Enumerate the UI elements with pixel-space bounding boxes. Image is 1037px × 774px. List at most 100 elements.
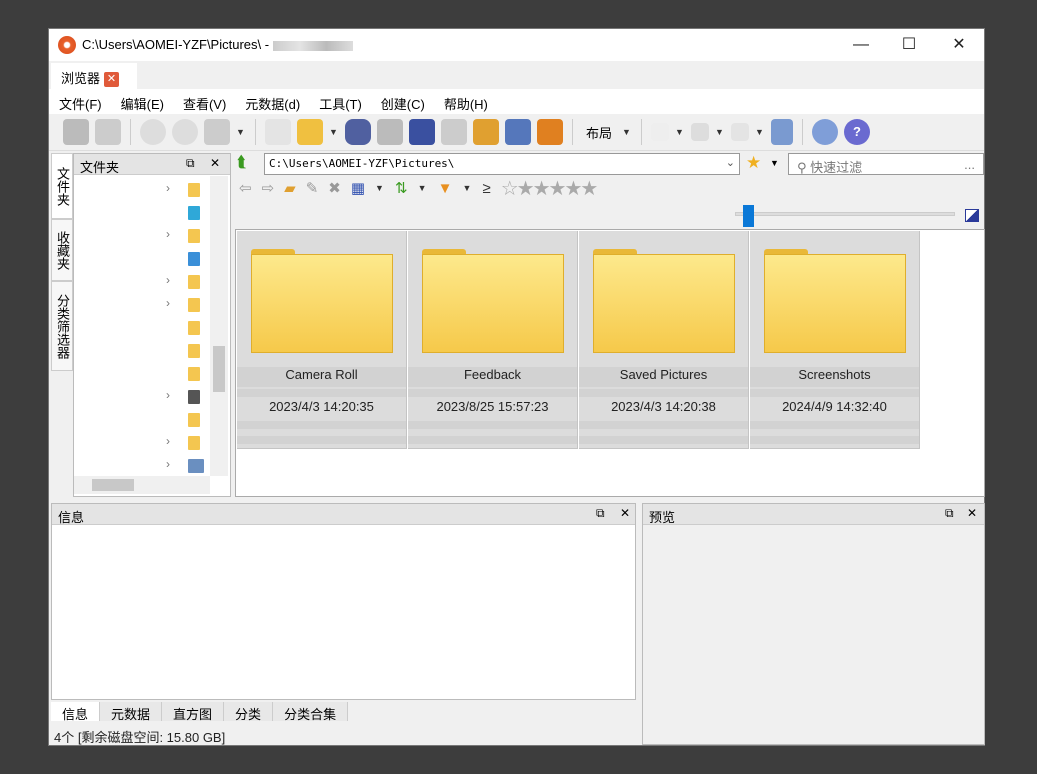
delete-icon[interactable]: ✖	[328, 179, 341, 197]
minimize-button[interactable]: —	[837, 29, 885, 61]
print-icon[interactable]	[377, 119, 403, 145]
fullscreen-icon[interactable]	[95, 119, 121, 145]
view-image-icon[interactable]	[63, 119, 89, 145]
resize-thumbnail-icon[interactable]	[965, 209, 979, 222]
folder-tree-icon[interactable]	[771, 119, 794, 145]
float-panel-icon[interactable]: ⧉	[596, 506, 605, 521]
filter-placeholder: 快速过滤	[810, 160, 863, 175]
tab-histogram[interactable]: 直方图	[162, 702, 225, 722]
tree-item[interactable]	[166, 203, 206, 223]
tree-item[interactable]: ›	[166, 226, 206, 246]
scanner-icon[interactable]	[409, 119, 435, 145]
tab-bar: 浏览器 ✕	[49, 61, 984, 89]
back-icon[interactable]: ⇦	[239, 179, 252, 197]
thumbnail-size-slider[interactable]	[735, 212, 955, 216]
settings-gear-icon[interactable]	[812, 119, 839, 145]
app-window: C:\Users\AOMEI-YZF\Pictures\ - — ☐ ✕ 浏览器…	[48, 28, 985, 746]
menu-edit[interactable]: 编辑(E)	[121, 89, 172, 114]
forward-icon[interactable]: ⇨	[262, 179, 275, 197]
view-mode-icon[interactable]: ▦	[351, 179, 365, 197]
rotate-right-icon[interactable]	[172, 119, 198, 145]
tree-item[interactable]: ›	[166, 456, 206, 476]
tree-item[interactable]	[166, 364, 206, 384]
layout-button[interactable]: 布局	[582, 123, 616, 142]
quick-filter-input[interactable]: ⚲ 快速过滤...	[788, 153, 984, 175]
tree-item[interactable]: ›	[166, 272, 206, 292]
new-folder-icon[interactable]: ▰	[284, 179, 296, 197]
rename-icon[interactable]: ✎	[306, 179, 319, 197]
side-tab-folders[interactable]: 文件夹	[51, 153, 73, 219]
tree-item[interactable]: ›	[166, 433, 206, 453]
rotate-left-icon[interactable]	[140, 119, 166, 145]
close-panel-icon[interactable]: ✕	[967, 506, 977, 520]
search-binoculars-icon[interactable]	[345, 119, 371, 145]
help-icon[interactable]: ?	[844, 119, 871, 145]
convert-icon[interactable]	[441, 119, 467, 145]
tab-browser[interactable]: 浏览器 ✕	[51, 63, 137, 89]
batch-convert-icon[interactable]	[473, 119, 499, 145]
tab-category-sets[interactable]: 分类合集	[273, 702, 349, 722]
browser-toolbar: ⇦ ⇨ ▰ ✎ ✖ ▦ ▼ ⇅ ▼ ▼ ▼ ≥ ☆★★★★★	[239, 176, 599, 201]
sort-icon[interactable]: ⇅	[395, 179, 408, 197]
thumbnail-view-icon[interactable]	[691, 123, 710, 141]
float-panel-icon[interactable]: ⧉	[186, 156, 195, 171]
capture-icon[interactable]	[505, 119, 531, 145]
transform-icon[interactable]	[204, 119, 230, 145]
title-bar: C:\Users\AOMEI-YZF\Pictures\ - — ☐ ✕	[49, 29, 984, 61]
tab-info[interactable]: 信息	[51, 702, 101, 722]
close-button[interactable]: ✕	[935, 29, 983, 61]
close-panel-icon[interactable]: ✕	[210, 156, 220, 170]
tree-item[interactable]	[166, 318, 206, 338]
tree-item[interactable]	[166, 341, 206, 361]
numbering-icon[interactable]	[651, 123, 670, 141]
tab-label: 浏览器	[61, 71, 101, 86]
menu-metadata[interactable]: 元数据(d)	[245, 89, 308, 114]
tree-vertical-scrollbar[interactable]	[210, 176, 228, 476]
slideshow-icon[interactable]	[537, 119, 563, 145]
maximize-button[interactable]: ☐	[885, 29, 933, 61]
filter-more[interactable]: ...	[964, 157, 975, 172]
tree-item[interactable]: ›	[166, 387, 206, 407]
address-bar[interactable]: C:\Users\AOMEI-YZF\Pictures\ ⌄	[264, 153, 740, 175]
side-tab-favorites[interactable]: 收藏夹	[51, 219, 73, 281]
tree-horizontal-scrollbar[interactable]	[74, 476, 210, 494]
rating-operator[interactable]: ≥	[482, 180, 490, 197]
menu-tools[interactable]: 工具(T)	[319, 89, 370, 114]
filter-funnel-icon[interactable]: ▼	[438, 180, 453, 197]
menu-help[interactable]: 帮助(H)	[444, 89, 496, 114]
close-panel-icon[interactable]: ✕	[620, 506, 630, 520]
thumbnail-name: Camera Roll	[237, 367, 406, 387]
properties-icon[interactable]	[265, 119, 291, 145]
tab-close-icon[interactable]: ✕	[104, 72, 120, 88]
search-icon: ⚲	[797, 160, 811, 175]
tab-category[interactable]: 分类	[224, 702, 274, 722]
tree-item[interactable]	[166, 410, 206, 430]
tree-item[interactable]: ›	[166, 295, 206, 315]
bookmark-icon[interactable]	[731, 123, 750, 141]
menu-view[interactable]: 查看(V)	[183, 89, 234, 114]
open-folder-icon[interactable]	[297, 119, 323, 145]
chevron-down-icon[interactable]: ⌄	[726, 156, 735, 169]
rating-stars-icon[interactable]: ☆★★★★★	[501, 176, 599, 201]
thumbnail-date: 2023/8/25 15:57:23	[436, 399, 549, 414]
tree-item[interactable]	[166, 249, 206, 269]
window-title: C:\Users\AOMEI-YZF\Pictures\ -	[82, 37, 354, 52]
thumbnail-item[interactable]: Camera Roll 2023/4/3 14:20:35	[237, 231, 407, 449]
thumbnail-item[interactable]: Feedback 2023/8/25 15:57:23	[408, 231, 578, 449]
tree-item[interactable]: ›	[166, 180, 206, 200]
side-tab-category-filter[interactable]: 分类筛选器	[51, 281, 73, 371]
slider-handle[interactable]	[743, 205, 754, 227]
side-tabs: 文件夹 收藏夹 分类筛选器	[51, 153, 73, 375]
thumbnail-item[interactable]: Saved Pictures 2023/4/3 14:20:38	[579, 231, 749, 449]
go-up-icon[interactable]: ⮬	[237, 154, 247, 172]
thumbnail-item[interactable]: Screenshots 2024/4/9 14:32:40	[750, 231, 920, 449]
info-panel-title: 信息	[58, 510, 85, 525]
folder-icon	[593, 249, 735, 353]
float-panel-icon[interactable]: ⧉	[945, 506, 954, 521]
favorite-star-icon[interactable]: ★	[746, 153, 761, 173]
app-logo-icon	[58, 36, 76, 54]
menu-file[interactable]: 文件(F)	[59, 89, 110, 114]
tab-metadata[interactable]: 元数据	[100, 702, 163, 722]
menu-create[interactable]: 创建(C)	[381, 89, 433, 114]
favorites-dropdown-icon[interactable]: ▼	[770, 158, 779, 168]
